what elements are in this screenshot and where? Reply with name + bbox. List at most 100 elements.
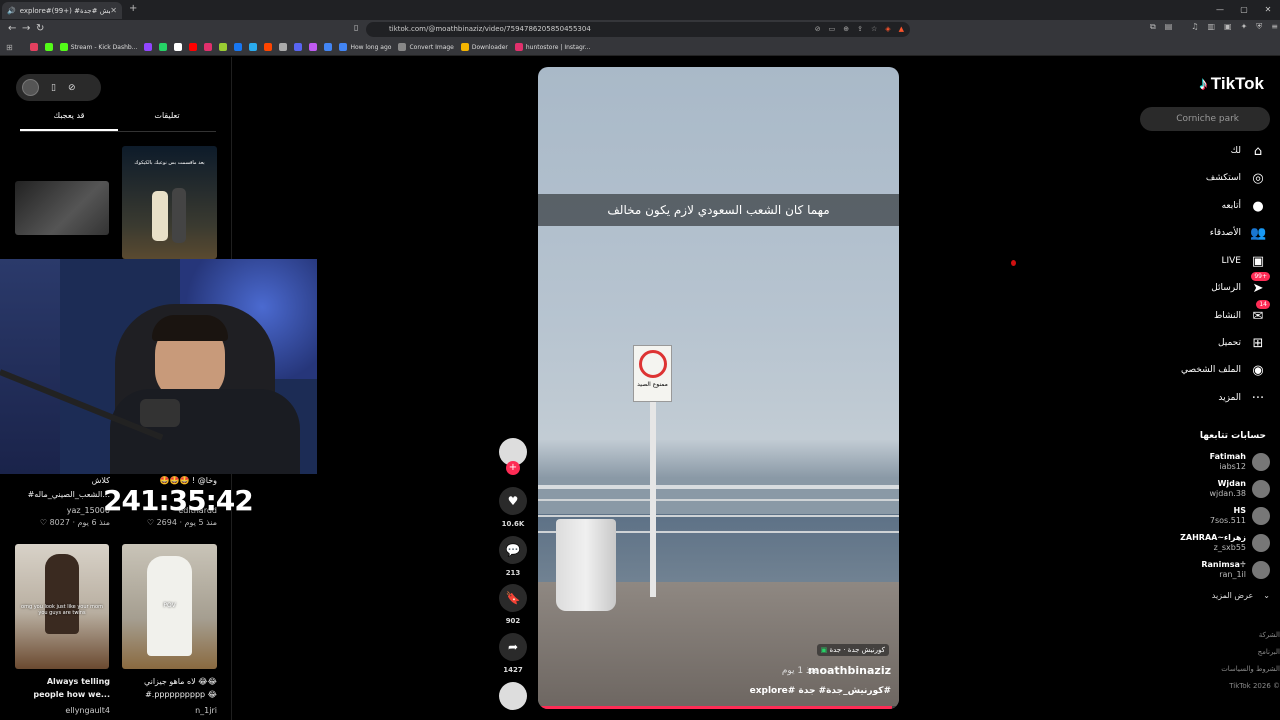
bookmark-item[interactable]: [219, 43, 228, 51]
reading-list-icon[interactable]: ▥: [1207, 22, 1215, 32]
tab-close-icon[interactable]: ✕: [110, 6, 117, 15]
vpn-icon[interactable]: ⛨: [1256, 22, 1262, 32]
cast-icon[interactable]: ▭: [829, 22, 836, 37]
nav-item[interactable]: LIVE ▣: [1221, 251, 1266, 271]
card-username[interactable]: ellyngault4: [15, 706, 110, 715]
bookmark-item[interactable]: Convert Image: [398, 43, 454, 51]
bookmark-page-icon[interactable]: ▯: [354, 23, 358, 32]
sidebar-icon[interactable]: ▤: [1165, 22, 1173, 32]
card-caption-2[interactable]: #.pppppppppp 😂: [122, 689, 217, 701]
music-disc-icon[interactable]: [499, 682, 527, 710]
nav-item[interactable]: لك ⌂: [1231, 141, 1266, 161]
sound-avatar[interactable]: [496, 682, 530, 710]
share-icon[interactable]: ➦: [499, 633, 527, 661]
bookmark-item[interactable]: [174, 43, 183, 51]
footer-link[interactable]: الشركة: [1259, 631, 1280, 639]
reload-icon[interactable]: ↻: [36, 23, 44, 34]
creator-avatar[interactable]: +: [496, 438, 530, 475]
rewards-icon[interactable]: ▲: [899, 22, 904, 37]
footer-link[interactable]: البرنامج: [1258, 648, 1280, 656]
browser-tab[interactable]: 🔊 explore#(99+) #كورنيش #جدة ✕: [2, 2, 122, 19]
heart-icon[interactable]: ♥: [499, 487, 527, 515]
address-bar[interactable]: tiktok.com/@moathbinaziz/video/759478620…: [366, 22, 910, 37]
location-tag[interactable]: ▣ كورنيش جدة · جدة: [816, 644, 889, 656]
like-button[interactable]: ♥ 10.6K: [496, 487, 530, 528]
follow-plus-icon[interactable]: +: [506, 461, 520, 475]
zoom-icon[interactable]: ⊕: [843, 22, 849, 37]
nav-item[interactable]: المزيد ···: [1218, 388, 1266, 408]
bookmark-item[interactable]: [189, 43, 198, 51]
save-button[interactable]: 🔖 902: [496, 584, 530, 625]
bookmark-item[interactable]: [309, 43, 318, 51]
bookmark-item[interactable]: [159, 43, 168, 51]
video-progress-bar[interactable]: [538, 706, 899, 709]
new-tab-button[interactable]: +: [129, 3, 137, 14]
following-account[interactable]: Wjdan wjdan.38: [1209, 479, 1270, 499]
bookmark-item[interactable]: [294, 43, 303, 51]
phone-icon[interactable]: ▯: [51, 83, 56, 93]
card-caption[interactable]: كلاش: [15, 475, 110, 487]
comment-icon[interactable]: 💬: [499, 536, 527, 564]
nav-item[interactable]: استكشف ◎: [1206, 168, 1266, 188]
bookmark-item[interactable]: [144, 43, 153, 51]
card-caption[interactable]: لاه ماهو جيزاني 😂😂: [122, 676, 217, 688]
video-player[interactable]: ممنوع الصيد مهما كان الشعب السعودي لازم …: [538, 67, 899, 709]
nav-item[interactable]: الملف الشخصي ◉: [1181, 360, 1266, 380]
card-username[interactable]: n_1jri: [122, 706, 217, 715]
search-input[interactable]: Corniche park: [1140, 107, 1270, 131]
bookmark-item[interactable]: [44, 43, 53, 51]
tiktok-logo[interactable]: ♪ TikTok: [1199, 74, 1264, 94]
extension-icon[interactable]: ⧉: [1150, 22, 1156, 32]
nav-item[interactable]: الرسائل ➤ 99+: [1211, 272, 1270, 298]
nav-item[interactable]: الأصدقاء 👥: [1210, 223, 1266, 243]
tab-you-may-like[interactable]: قد يعجبك: [20, 107, 118, 131]
compass-icon[interactable]: ⊘: [68, 83, 76, 93]
bookmark-item[interactable]: [29, 43, 38, 51]
nav-item[interactable]: النشاط ✉ 14: [1214, 300, 1270, 326]
mute-site-icon[interactable]: ⊘: [815, 22, 821, 37]
footer-link[interactable]: الشروط والسياسات: [1221, 665, 1280, 673]
card-caption[interactable]: Always telling: [15, 676, 110, 688]
mode-switcher[interactable]: ▯ ⊘: [16, 74, 101, 101]
apps-icon[interactable]: ⊞: [6, 43, 13, 52]
card-caption-2[interactable]: people how we...: [15, 689, 110, 701]
video-thumbnail[interactable]: بعد ماقسمت بس نوعبك بالكيكوك: [122, 146, 217, 259]
share-button[interactable]: ➦ 1427: [496, 633, 530, 674]
avatar[interactable]: [22, 79, 39, 96]
bookmark-item[interactable]: [279, 43, 288, 51]
menu-icon[interactable]: ≡: [1271, 22, 1278, 32]
bookmark-item[interactable]: huntostore | Instagr...: [514, 43, 591, 51]
bookmark-item[interactable]: [264, 43, 273, 51]
nav-item[interactable]: تحميل ⊞: [1218, 333, 1266, 353]
star-icon[interactable]: ☆: [871, 22, 877, 37]
card-username[interactable]: yaz_15000: [15, 506, 110, 515]
video-thumbnail[interactable]: omg you look just like your mom you guys…: [15, 544, 109, 669]
following-account[interactable]: Fatimah iabs12: [1210, 452, 1270, 472]
see-more-button[interactable]: عرض المزيد ⌄: [1212, 591, 1270, 600]
nav-item[interactable]: أتابعه ●: [1222, 196, 1266, 216]
tab-comments[interactable]: تعليقات: [118, 107, 216, 131]
card-caption-2[interactable]: #الشعب_الصيني_ماله...: [15, 489, 110, 501]
bookmark-item[interactable]: [249, 43, 258, 51]
bookmark-item[interactable]: [234, 43, 243, 51]
close-window-button[interactable]: ✕: [1256, 0, 1280, 20]
following-account[interactable]: ZAHRAA~زهراء z_sxb55: [1180, 533, 1270, 553]
minimize-button[interactable]: —: [1208, 0, 1232, 20]
forward-icon[interactable]: →: [22, 23, 30, 34]
speaker-icon[interactable]: 🔊: [7, 7, 16, 15]
back-icon[interactable]: ←: [8, 23, 16, 34]
maximize-button[interactable]: ▢: [1232, 0, 1256, 20]
wallet-icon[interactable]: ▣: [1224, 22, 1232, 32]
bookmark-item[interactable]: Downloader: [460, 43, 508, 51]
bookmark-item[interactable]: [204, 43, 213, 51]
bookmark-item[interactable]: How long ago: [339, 43, 391, 51]
music-icon[interactable]: ♫: [1191, 22, 1198, 32]
bookmark-icon[interactable]: 🔖: [499, 584, 527, 612]
comment-button[interactable]: 💬 213: [496, 536, 530, 577]
share-icon[interactable]: ⇪: [857, 22, 863, 37]
brave-shield-icon[interactable]: ◈: [885, 22, 890, 37]
video-hashtags[interactable]: explore# كورنيش_جدة# جدة#: [750, 686, 891, 696]
following-account[interactable]: HS 7sos.511: [1210, 506, 1270, 526]
video-thumbnail[interactable]: [15, 181, 109, 235]
video-thumbnail[interactable]: POV: [122, 544, 217, 669]
